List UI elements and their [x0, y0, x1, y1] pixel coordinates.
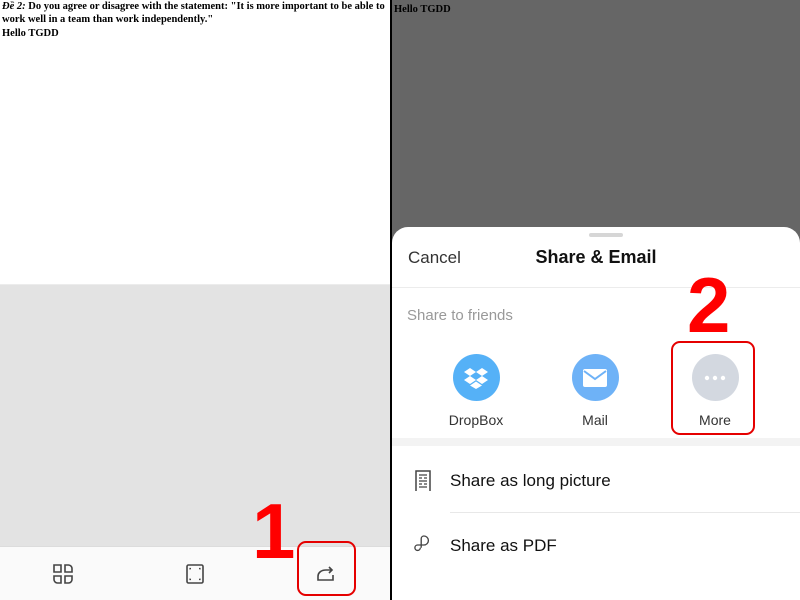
- background-document-greeting: Hello TGDD: [394, 4, 451, 15]
- left-panel-document-view: Đề 2: Do you agree or disagree with the …: [0, 0, 390, 600]
- thumbnails-button[interactable]: [46, 557, 80, 591]
- document-question-text: Do you agree or disagree with the statem…: [2, 1, 385, 25]
- annotation-step-1: 1: [252, 487, 296, 575]
- document-greeting: Hello TGDD: [2, 28, 59, 39]
- share-as-pdf-option[interactable]: Share as PDF: [392, 515, 800, 577]
- dropbox-icon: [452, 354, 500, 401]
- annotation-step-2: 2: [687, 261, 731, 349]
- share-option-label: Share as long picture: [450, 471, 611, 490]
- list-divider: [450, 512, 800, 513]
- share-as-long-picture-option[interactable]: Share as long picture: [392, 450, 800, 512]
- share-option-label: Share as PDF: [450, 536, 557, 555]
- share-to-friends-label: Share to friends: [407, 307, 513, 324]
- fullscreen-frame-icon: [186, 564, 204, 584]
- share-target-dropbox[interactable]: DropBox: [434, 354, 518, 432]
- long-picture-icon: [412, 470, 434, 492]
- pdf-icon: [412, 535, 434, 557]
- apps-grid-icon: [53, 564, 73, 584]
- document-question: Đề 2: Do you agree or disagree with the …: [2, 0, 388, 26]
- document-page: Đề 2: Do you agree or disagree with the …: [0, 0, 390, 284]
- sheet-title: Share & Email: [535, 247, 657, 267]
- sheet-header: Cancel Share & Email: [392, 227, 800, 288]
- share-target-label: Mail: [582, 412, 608, 428]
- document-question-prefix: Đề 2:: [2, 1, 26, 12]
- section-separator: [392, 438, 800, 446]
- right-panel-share-view: Hello TGDD Cancel Share & Email Share to…: [392, 0, 800, 600]
- share-target-mail[interactable]: Mail: [553, 354, 637, 432]
- share-target-label: DropBox: [448, 412, 504, 428]
- document-background: [0, 284, 390, 546]
- mail-icon: [571, 354, 619, 401]
- annotation-highlight-more-button: [671, 341, 755, 435]
- annotation-highlight-share-button: [297, 541, 356, 596]
- fullscreen-button[interactable]: [178, 557, 212, 591]
